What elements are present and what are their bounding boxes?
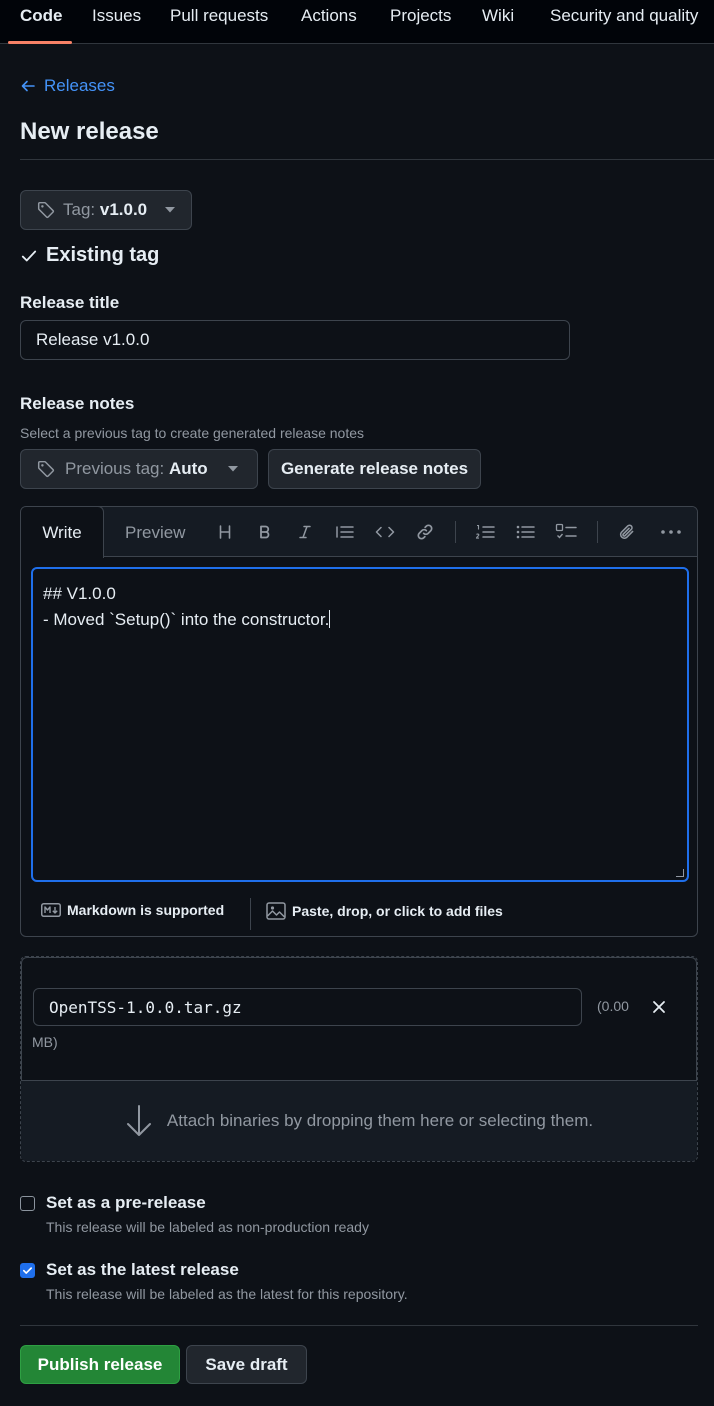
release-notes-textarea[interactable]: ## V1.0.0 - Moved `Setup()` into the con… <box>31 567 689 882</box>
code-icon[interactable] <box>373 520 397 544</box>
prerelease-title: Set as a pre-release <box>46 1193 206 1212</box>
tab-preview[interactable]: Preview <box>125 523 185 543</box>
close-icon <box>652 1000 666 1014</box>
release-notes-label: Release notes <box>20 394 135 413</box>
toolbar-separator <box>455 521 456 543</box>
save-draft-button[interactable]: Save draft <box>186 1345 307 1384</box>
tab-pull-requests[interactable]: Pull requests <box>170 6 268 26</box>
latest-release-desc: This release will be labeled as the late… <box>46 1286 408 1302</box>
markdown-icon <box>41 903 61 917</box>
check-icon <box>22 1265 33 1276</box>
markdown-editor: Write Preview ## V1.0.0 - Moved `Setup()… <box>20 506 698 937</box>
arrow-left-icon <box>20 78 36 94</box>
editor-footer: Markdown is supported Paste, drop, or cl… <box>21 892 697 936</box>
attachment-size-part2: MB) <box>32 1034 58 1050</box>
latest-release-option: Set as the latest release This release w… <box>20 1260 408 1302</box>
title-divider <box>20 159 714 160</box>
ordered-list-icon[interactable] <box>473 520 497 544</box>
footer-separator <box>250 898 251 930</box>
notes-line-1: ## V1.0.0 <box>43 584 116 603</box>
quote-icon[interactable] <box>333 520 357 544</box>
task-list-icon[interactable] <box>554 520 578 544</box>
tag-status: Existing tag <box>20 244 159 267</box>
latest-release-checkbox[interactable] <box>20 1263 35 1278</box>
active-tab-underline <box>8 41 72 44</box>
add-files-label: Paste, drop, or click to add files <box>292 903 503 919</box>
back-to-releases-link[interactable]: Releases <box>20 76 115 96</box>
tab-issues[interactable]: Issues <box>92 6 141 26</box>
tag-status-label: Existing tag <box>46 244 160 266</box>
toolbar-separator <box>597 521 598 543</box>
attachment-filename: OpenTSS-1.0.0.tar.gz <box>49 997 242 1017</box>
release-notes-hint: Select a previous tag to create generate… <box>20 425 364 441</box>
release-title-input[interactable]: Release v1.0.0 <box>20 320 570 360</box>
attachments-box: OpenTSS-1.0.0.tar.gz (0.00 MB) Attach bi… <box>20 956 698 1162</box>
release-title-value: Release v1.0.0 <box>36 330 150 349</box>
prerelease-desc: This release will be labeled as non-prod… <box>46 1219 369 1235</box>
caret-down-icon <box>227 466 238 472</box>
latest-release-title: Set as the latest release <box>46 1260 239 1279</box>
prerelease-checkbox[interactable] <box>20 1196 35 1211</box>
editor-toolbar: Write Preview <box>21 507 697 558</box>
previous-tag-prefix: Previous tag: <box>65 459 165 478</box>
attachment-item: OpenTSS-1.0.0.tar.gz (0.00 MB) <box>21 957 697 1081</box>
check-icon <box>20 247 38 265</box>
page-title: New release <box>20 118 159 145</box>
notes-line-2: - Moved `Setup()` into the constructor. <box>43 610 331 629</box>
attachment-filename-input[interactable]: OpenTSS-1.0.0.tar.gz <box>33 988 582 1026</box>
resize-handle-icon[interactable] <box>676 869 684 877</box>
image-icon <box>266 902 286 920</box>
tag-icon <box>37 201 55 219</box>
repo-nav: Code Issues Pull requests Actions Projec… <box>0 0 714 44</box>
tag-prefix: Tag: <box>63 200 96 219</box>
prerelease-option: Set as a pre-release This release will b… <box>20 1193 369 1235</box>
more-options-icon[interactable] <box>659 520 683 544</box>
unordered-list-icon[interactable] <box>513 520 537 544</box>
remove-attachment-button[interactable] <box>648 996 670 1018</box>
tag-value: v1.0.0 <box>99 200 148 219</box>
tab-write[interactable]: Write <box>21 507 104 558</box>
publish-release-button[interactable]: Publish release <box>20 1345 180 1384</box>
drop-zone-label: Attach binaries by dropping them here or… <box>166 1111 594 1130</box>
caret-down-icon <box>165 207 176 213</box>
italic-icon[interactable] <box>293 520 317 544</box>
tab-projects[interactable]: Projects <box>390 6 451 26</box>
back-link-label: Releases <box>44 76 115 95</box>
attachment-size-part1: (0.00 <box>597 998 629 1014</box>
tab-security-and-quality[interactable]: Security and quality <box>550 6 698 26</box>
tab-code[interactable]: Code <box>20 6 63 26</box>
tab-actions[interactable]: Actions <box>301 6 357 26</box>
markdown-supported-link[interactable]: Markdown is supported <box>41 902 224 918</box>
actions-divider <box>20 1325 698 1326</box>
previous-tag-value: Auto <box>168 459 208 478</box>
paperclip-icon[interactable] <box>615 520 639 544</box>
tag-icon <box>37 460 55 478</box>
release-title-label: Release title <box>20 293 120 312</box>
binary-drop-zone[interactable]: Attach binaries by dropping them here or… <box>21 1081 697 1161</box>
heading-icon[interactable] <box>213 520 237 544</box>
tag-select-button[interactable]: Tag: v1.0.0 <box>20 190 192 230</box>
add-files-button[interactable]: Paste, drop, or click to add files <box>266 902 503 920</box>
generate-release-notes-button[interactable]: Generate release notes <box>268 449 481 489</box>
tab-wiki[interactable]: Wiki <box>482 6 514 26</box>
markdown-supported-label: Markdown is supported <box>67 902 225 918</box>
previous-tag-select-button[interactable]: Previous tag: Auto <box>20 449 258 489</box>
bold-icon[interactable] <box>253 520 277 544</box>
link-icon[interactable] <box>413 520 437 544</box>
arrow-down-icon <box>125 1104 153 1138</box>
